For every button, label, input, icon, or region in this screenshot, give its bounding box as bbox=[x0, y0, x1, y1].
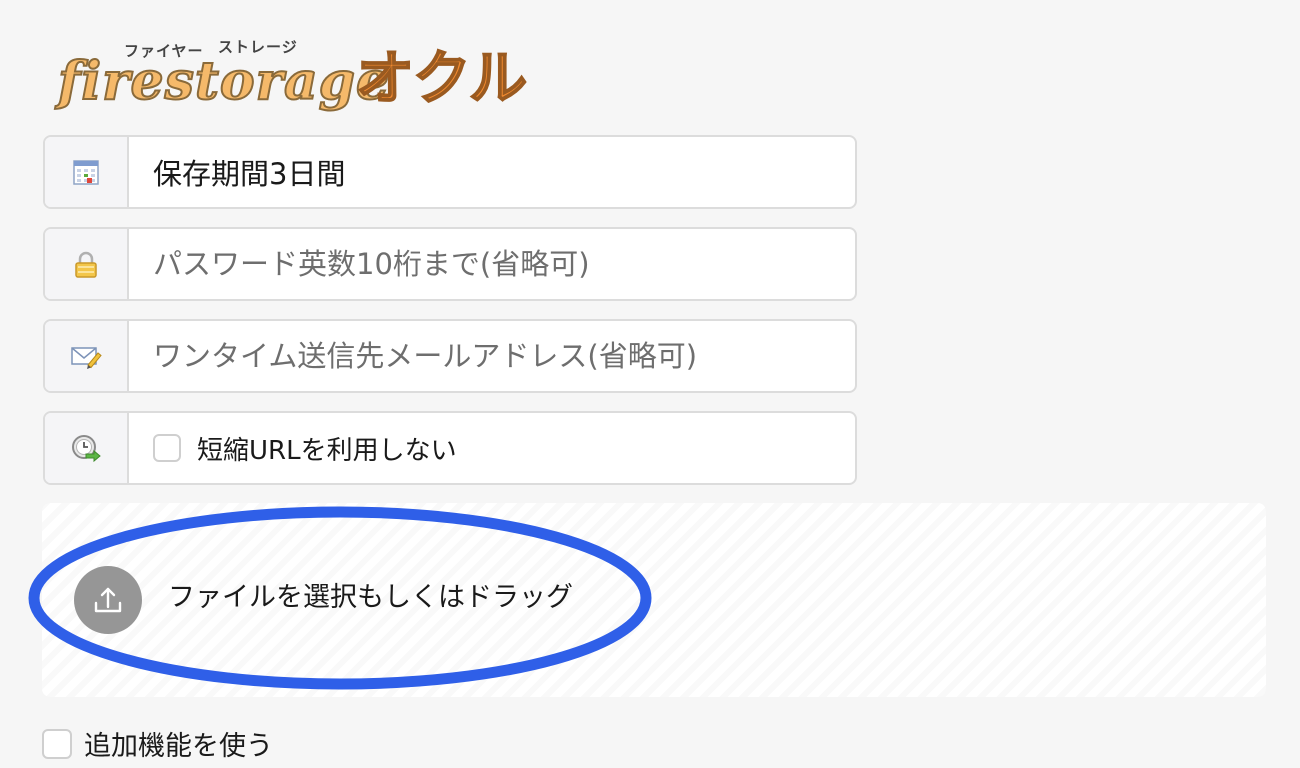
short-url-option[interactable]: 短縮URLを利用しない bbox=[129, 413, 855, 483]
extra-features-option[interactable]: 追加機能を使う bbox=[42, 724, 273, 763]
short-url-field: 短縮URLを利用しない bbox=[43, 411, 857, 485]
onetime-email-input[interactable] bbox=[153, 339, 813, 373]
email-icon-cell bbox=[45, 321, 129, 391]
upload-button[interactable] bbox=[74, 566, 142, 634]
short-url-checkbox[interactable] bbox=[153, 434, 181, 462]
short-url-icon-cell bbox=[45, 413, 129, 483]
retention-period-field[interactable]: 保存期間3日間 bbox=[43, 135, 857, 209]
upload-label[interactable]: ファイルを選択もしくはドラッグ bbox=[168, 578, 573, 618]
upload-icon bbox=[94, 587, 122, 613]
clock-arrow-icon bbox=[72, 435, 101, 463]
password-icon-cell bbox=[45, 229, 129, 299]
retention-period-value: 保存期間3日間 bbox=[153, 157, 346, 191]
logo-name-en: firestorage bbox=[57, 51, 391, 113]
password-input[interactable] bbox=[153, 247, 813, 281]
retention-icon-cell bbox=[45, 137, 129, 207]
calendar-icon bbox=[73, 160, 99, 185]
short-url-label[interactable]: 短縮URLを利用しない bbox=[197, 430, 457, 467]
mail-pen-icon bbox=[71, 347, 102, 369]
onetime-email-field[interactable] bbox=[43, 319, 857, 393]
extra-features-label[interactable]: 追加機能を使う bbox=[84, 724, 273, 763]
extra-features-checkbox[interactable] bbox=[42, 728, 72, 759]
lock-icon bbox=[75, 251, 97, 278]
firestorage-logo: ファイヤー ストレージ firestorage オクル bbox=[57, 28, 558, 113]
logo-name-jp: オクル bbox=[355, 43, 528, 113]
password-field[interactable] bbox=[43, 227, 857, 301]
